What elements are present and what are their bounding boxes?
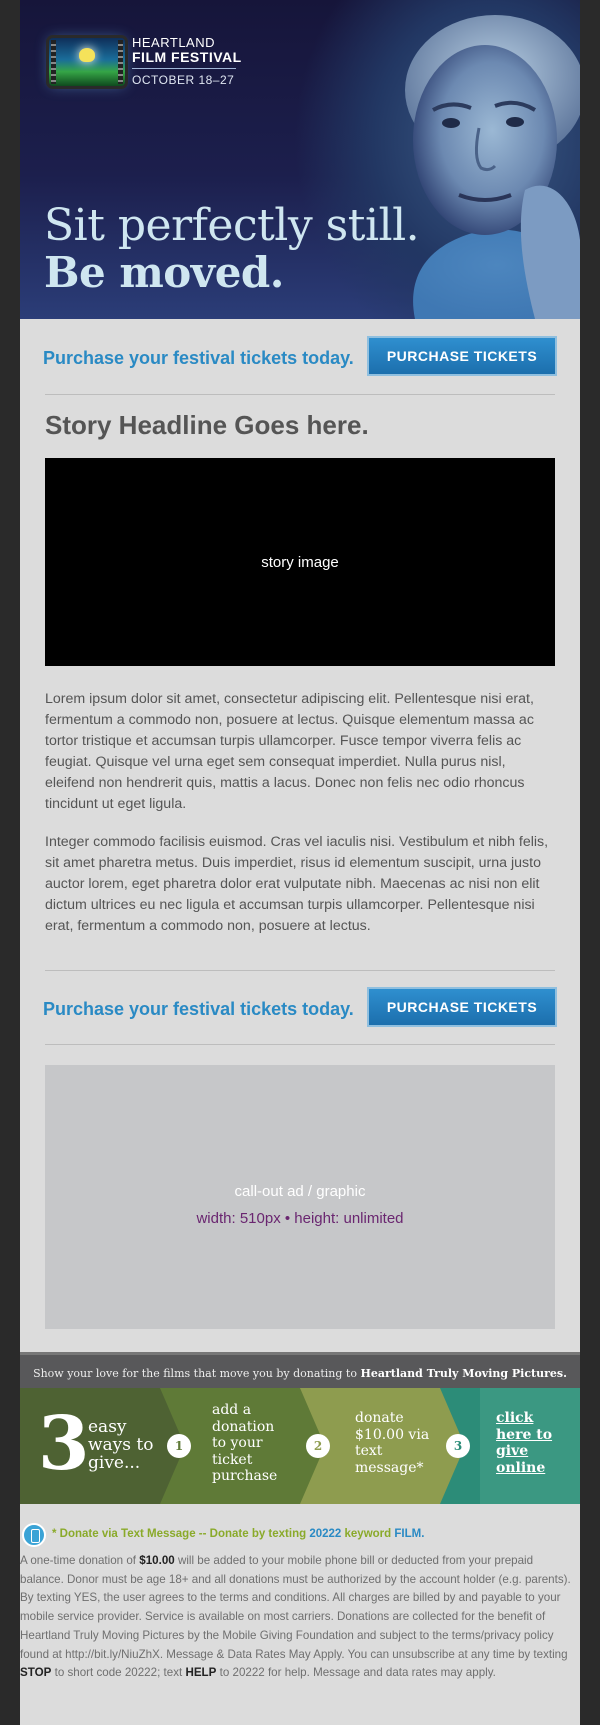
divider — [45, 1044, 555, 1045]
hero-banner: HEARTLAND FILM FESTIVAL OCTOBER 18–27 Si… — [20, 0, 580, 319]
festival-dates: OCTOBER 18–27 — [132, 73, 235, 87]
step-2-number: 2 — [306, 1434, 330, 1458]
big-number-3: 3 — [38, 1401, 90, 1487]
story-headline: Story Headline Goes here. — [45, 410, 369, 440]
logo-line-1: HEARTLAND — [132, 35, 216, 50]
logo-rule — [132, 68, 236, 69]
step-1-number: 1 — [167, 1434, 191, 1458]
logo-line-2: FILM FESTIVAL — [132, 49, 242, 65]
give-online-link[interactable]: click here to give online — [496, 1410, 556, 1476]
sms-prefix: * Donate via Text Message -- Donate by t… — [52, 1528, 307, 1540]
step-2-text-donation: donate $10.00 via text message* — [355, 1410, 430, 1476]
step-1-add-donation: add a donation to your ticket purchase — [212, 1402, 278, 1484]
cta-text: Purchase your festival tickets today. — [43, 348, 354, 368]
callout-label: call-out ad / graphic — [234, 1183, 366, 1200]
hero-tagline-1: Sit perfectly still. — [44, 200, 420, 251]
fine-print-part: A one-time donation of — [20, 1554, 137, 1567]
cta-row-bottom: Purchase your festival tickets today. PU… — [43, 987, 557, 1031]
heart-sun-icon — [79, 48, 95, 62]
divider — [45, 970, 555, 971]
sms-keyword: FILM. — [394, 1528, 425, 1540]
fine-print: A one-time donation of $10.00 will be ad… — [20, 1552, 578, 1683]
story-image: story image — [45, 458, 555, 666]
fine-print-part: to 20222 for help. Message and data rate… — [219, 1666, 496, 1680]
fine-print-part: to short code 20222; text — [54, 1666, 183, 1680]
sms-donation-row: * Donate via Text Message -- Donate by t… — [20, 1520, 580, 1550]
hero-tagline-2: Be moved. — [44, 248, 284, 297]
donate-banner-org: Heartland Truly Moving Pictures. — [360, 1366, 567, 1380]
sms-keyword-label: keyword — [344, 1528, 392, 1540]
ways-to-give-panel: 3 easy ways to give... 1 add a donation … — [20, 1388, 580, 1504]
stop-keyword: STOP — [20, 1666, 52, 1680]
hero-portrait-image — [405, 15, 580, 319]
donate-banner: Show your love for the films that move y… — [20, 1352, 580, 1391]
ways-to-give-label: easy ways to give... — [88, 1417, 154, 1473]
festival-logo-icon — [49, 38, 125, 86]
story-paragraph-1: Lorem ipsum dolor sit amet, consectetur … — [45, 691, 534, 812]
donate-banner-text: Show your love for the films that move y… — [33, 1366, 357, 1380]
film-strip-left — [51, 40, 56, 84]
callout-dimensions: width: 510px • height: unlimited — [196, 1210, 404, 1227]
help-keyword: HELP — [185, 1666, 217, 1680]
film-strip-right — [118, 40, 123, 84]
purchase-tickets-button[interactable]: PURCHASE TICKETS — [367, 987, 557, 1027]
purchase-tickets-button[interactable]: PURCHASE TICKETS — [367, 336, 557, 376]
donation-amount: $10.00 — [139, 1554, 175, 1567]
cta-text: Purchase your festival tickets today. — [43, 999, 354, 1019]
festival-logo-text: HEARTLAND FILM FESTIVAL OCTOBER 18–27 — [132, 36, 242, 87]
email-body: HEARTLAND FILM FESTIVAL OCTOBER 18–27 Si… — [20, 0, 580, 1725]
callout-ad-placeholder[interactable]: call-out ad / graphic width: 510px • hei… — [45, 1065, 555, 1329]
story-paragraph-2: Integer commodo facilisis euismod. Cras … — [45, 834, 549, 934]
fine-print-part: will be added to your mobile phone bill … — [20, 1554, 571, 1661]
divider — [45, 394, 555, 395]
step-3-number: 3 — [446, 1434, 470, 1458]
sms-donation-text: * Donate via Text Message -- Donate by t… — [52, 1528, 424, 1540]
mobile-phone-icon — [22, 1523, 46, 1547]
cta-row-top: Purchase your festival tickets today. PU… — [43, 336, 557, 380]
sms-short-code: 20222 — [309, 1528, 342, 1540]
